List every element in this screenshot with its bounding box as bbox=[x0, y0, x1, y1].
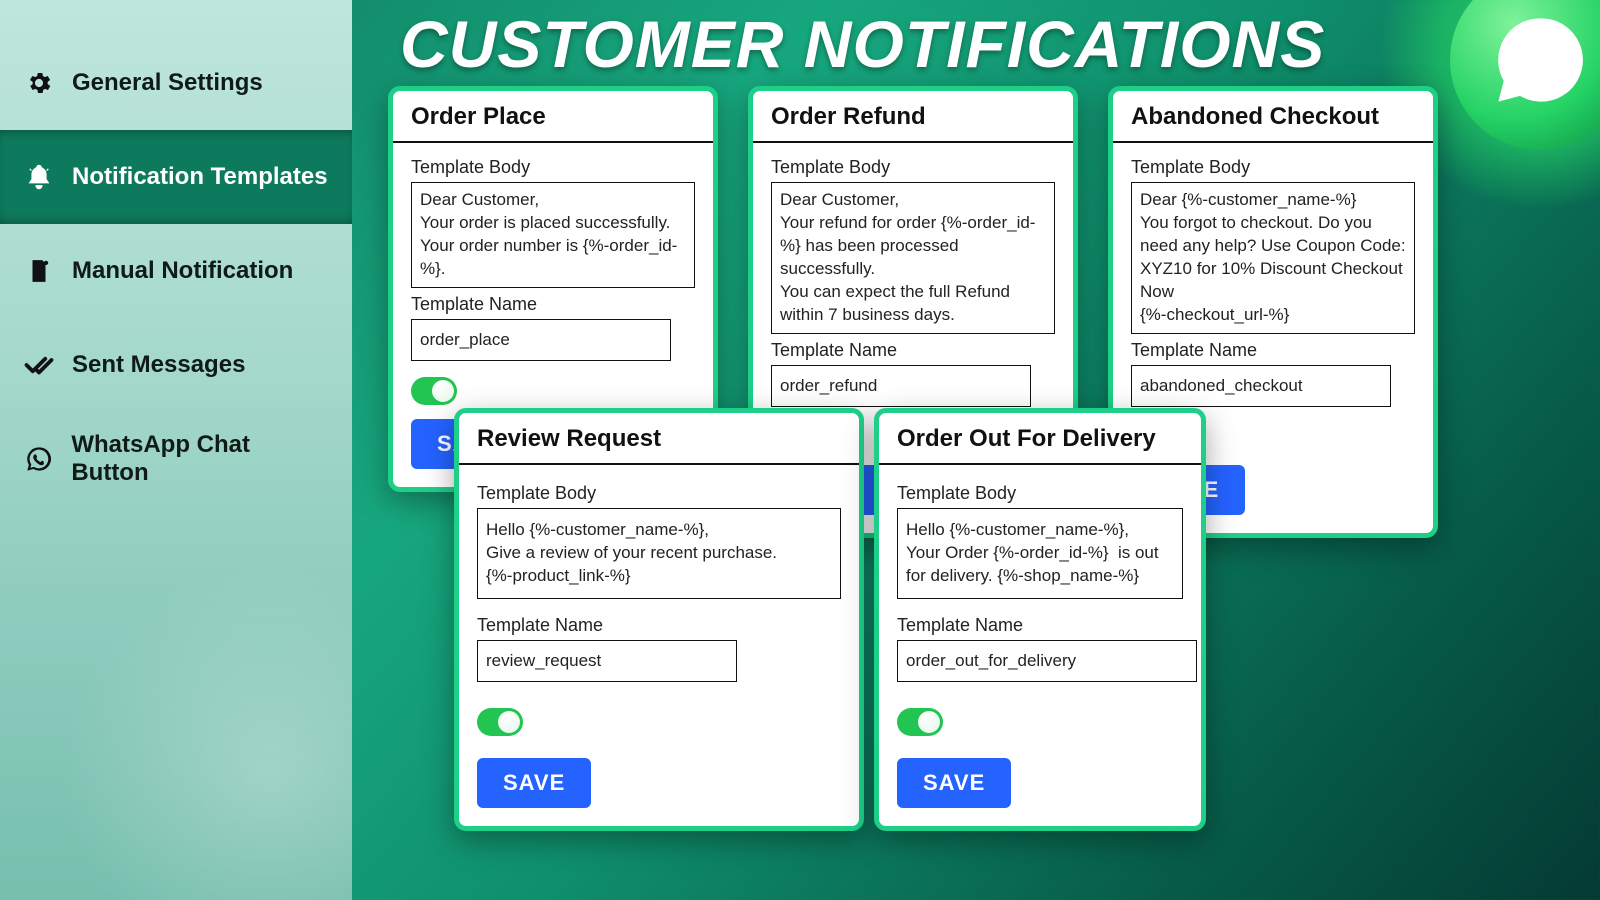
gear-icon bbox=[24, 68, 54, 98]
sidebar: General Settings Notification Templates … bbox=[0, 0, 352, 900]
double-check-icon bbox=[24, 350, 54, 380]
sidebar-item-notification-templates[interactable]: Notification Templates bbox=[0, 130, 352, 224]
template-name-label: Template Name bbox=[477, 615, 841, 636]
sidebar-item-label: General Settings bbox=[72, 69, 263, 97]
template-body-input[interactable]: Hello {%-customer_name-%}, Give a review… bbox=[477, 508, 841, 599]
page-title: CUSTOMER NOTIFICATIONS bbox=[400, 6, 1325, 82]
document-icon bbox=[24, 256, 54, 286]
template-body-input[interactable]: Dear Customer, Your order is placed succ… bbox=[411, 182, 695, 288]
template-body-label: Template Body bbox=[411, 157, 695, 178]
template-body-input[interactable]: Dear Customer, Your refund for order {%-… bbox=[771, 182, 1055, 334]
save-button[interactable]: SAVE bbox=[897, 758, 1011, 808]
bell-icon bbox=[24, 162, 54, 192]
sidebar-item-general-settings[interactable]: General Settings bbox=[0, 36, 352, 130]
enable-toggle[interactable] bbox=[477, 708, 523, 736]
sidebar-item-manual-notification[interactable]: Manual Notification bbox=[0, 224, 352, 318]
card-title: Review Request bbox=[459, 413, 859, 465]
whatsapp-icon bbox=[24, 444, 53, 474]
template-name-label: Template Name bbox=[1131, 340, 1415, 361]
sidebar-item-sent-messages[interactable]: Sent Messages bbox=[0, 318, 352, 412]
card-title: Order Out For Delivery bbox=[879, 413, 1201, 465]
whatsapp-logo-decoration bbox=[1450, 0, 1600, 150]
template-name-input[interactable] bbox=[477, 640, 737, 682]
save-button[interactable]: SAVE bbox=[477, 758, 591, 808]
template-body-label: Template Body bbox=[897, 483, 1183, 504]
template-body-input[interactable]: Dear {%-customer_name-%} You forgot to c… bbox=[1131, 182, 1415, 334]
template-name-label: Template Name bbox=[411, 294, 695, 315]
enable-toggle[interactable] bbox=[897, 708, 943, 736]
template-body-input[interactable]: Hello {%-customer_name-%}, Your Order {%… bbox=[897, 508, 1183, 599]
sidebar-item-whatsapp-chat-button[interactable]: WhatsApp Chat Button bbox=[0, 412, 352, 506]
sidebar-item-label: Notification Templates bbox=[72, 163, 328, 191]
sidebar-item-label: Manual Notification bbox=[72, 257, 293, 285]
card-order-out-for-delivery: Order Out For Delivery Template Body Hel… bbox=[874, 408, 1206, 831]
template-name-label: Template Name bbox=[897, 615, 1183, 636]
sidebar-item-label: WhatsApp Chat Button bbox=[71, 431, 328, 487]
template-body-label: Template Body bbox=[477, 483, 841, 504]
template-name-input[interactable] bbox=[1131, 365, 1391, 407]
card-title: Abandoned Checkout bbox=[1113, 91, 1433, 143]
template-body-label: Template Body bbox=[1131, 157, 1415, 178]
card-review-request: Review Request Template Body Hello {%-cu… bbox=[454, 408, 864, 831]
card-title: Order Place bbox=[393, 91, 713, 143]
template-body-label: Template Body bbox=[771, 157, 1055, 178]
template-name-input[interactable] bbox=[411, 319, 671, 361]
template-name-input[interactable] bbox=[897, 640, 1197, 682]
template-name-label: Template Name bbox=[771, 340, 1055, 361]
enable-toggle[interactable] bbox=[411, 377, 457, 405]
card-title: Order Refund bbox=[753, 91, 1073, 143]
sidebar-item-label: Sent Messages bbox=[72, 351, 245, 379]
template-name-input[interactable] bbox=[771, 365, 1031, 407]
